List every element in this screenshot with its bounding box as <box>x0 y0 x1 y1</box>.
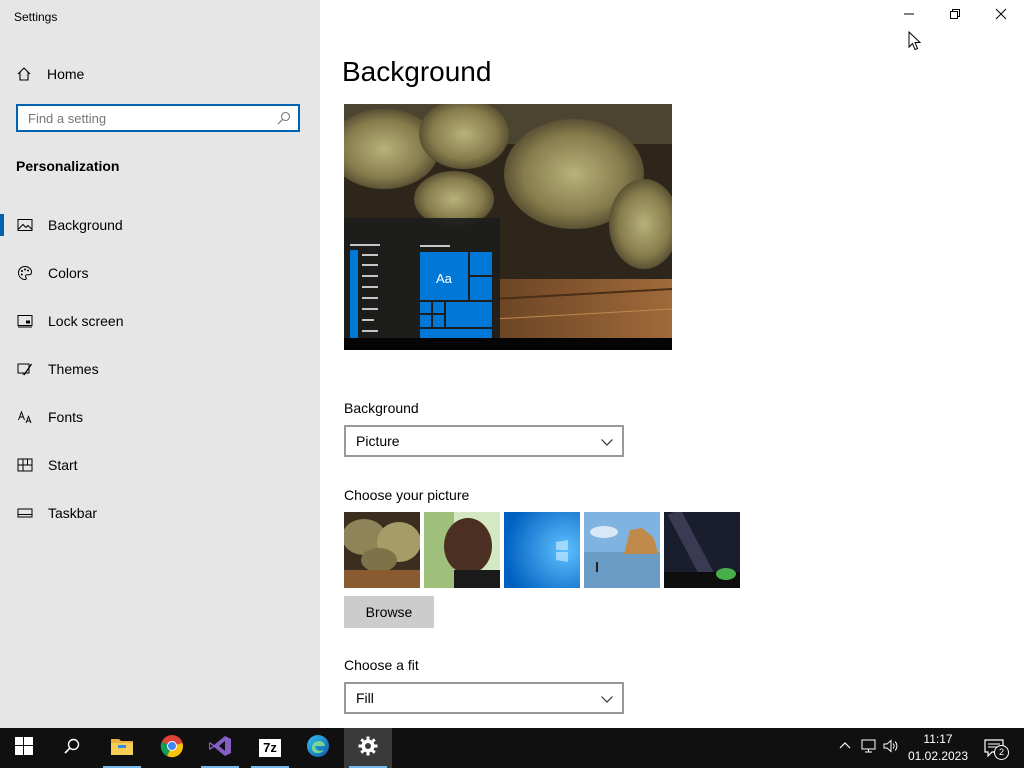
volume-button[interactable] <box>880 728 902 768</box>
taskbar: 7z 11:17 01.02.2023 2 <box>0 728 1024 768</box>
file-explorer-icon <box>110 736 134 761</box>
minimize-icon <box>903 7 915 25</box>
palette-icon <box>17 265 33 281</box>
nav-item-label: Colors <box>48 265 89 281</box>
nav-list: Background Colors Lock screen Themes Fon… <box>0 201 320 537</box>
background-dropdown-value: Picture <box>356 433 400 449</box>
nav-home-label: Home <box>47 66 85 82</box>
choose-picture-label: Choose your picture <box>344 487 470 503</box>
network-button[interactable] <box>858 728 880 768</box>
edge-icon <box>306 734 330 763</box>
page-title: Background <box>342 56 492 87</box>
close-icon <box>995 7 1007 25</box>
settings-icon <box>358 736 378 761</box>
font-icon <box>17 409 33 425</box>
clock-date: 01.02.2023 <box>907 749 969 763</box>
nav-item-background[interactable]: Background <box>0 201 320 249</box>
chevron-up-icon <box>839 739 851 757</box>
fit-dropdown-value: Fill <box>356 690 374 706</box>
start-tiles-icon <box>17 457 33 473</box>
nav-item-lock-screen[interactable]: Lock screen <box>0 297 320 345</box>
taskbar-icon <box>17 505 33 521</box>
nav-item-label: Taskbar <box>48 505 98 521</box>
taskbar-visual-studio[interactable] <box>196 728 244 768</box>
window-controls <box>886 0 1024 32</box>
home-icon <box>16 66 32 82</box>
brush-icon <box>17 361 33 377</box>
chevron-down-icon <box>600 692 614 709</box>
search-box <box>16 104 300 132</box>
sidebar: Settings Home Personalization Background… <box>0 0 320 728</box>
chrome-icon <box>160 734 184 763</box>
taskbar-file-explorer[interactable] <box>98 728 146 768</box>
fit-dropdown[interactable]: Fill <box>344 682 624 714</box>
desktop-preview: Aa <box>344 104 672 350</box>
nav-item-taskbar[interactable]: Taskbar <box>0 489 320 537</box>
notification-icon: 2 <box>984 739 1009 760</box>
nav-item-colors[interactable]: Colors <box>0 249 320 297</box>
start-icon <box>15 736 33 760</box>
volume-icon <box>883 738 899 759</box>
nav-item-start[interactable]: Start <box>0 441 320 489</box>
restore-button[interactable] <box>932 0 978 32</box>
network-icon <box>861 738 877 759</box>
chevron-down-icon <box>600 435 614 452</box>
notification-badge: 2 <box>994 745 1009 760</box>
preview-wallpaper <box>344 104 672 350</box>
nav-item-label: Themes <box>48 361 99 377</box>
section-title: Personalization <box>16 158 120 174</box>
restore-icon <box>949 7 961 25</box>
start-button[interactable] <box>0 728 48 768</box>
choose-fit-label: Choose a fit <box>344 657 419 673</box>
clock-time: 11:17 <box>923 732 953 746</box>
picture-thumbnail[interactable] <box>504 512 580 588</box>
background-label: Background <box>344 400 419 416</box>
nav-home[interactable]: Home <box>16 62 306 86</box>
browse-button[interactable]: Browse <box>344 596 434 628</box>
taskbar-edge[interactable] <box>294 728 342 768</box>
app-title: Settings <box>14 10 58 24</box>
picture-thumbnail[interactable] <box>344 512 420 588</box>
visual-studio-icon <box>208 734 232 763</box>
close-button[interactable] <box>978 0 1024 32</box>
taskbar-settings[interactable] <box>344 728 392 768</box>
nav-item-fonts[interactable]: Fonts <box>0 393 320 441</box>
picture-thumbnail[interactable] <box>664 512 740 588</box>
show-hidden-icons-button[interactable] <box>834 728 856 768</box>
picture-thumbnail[interactable] <box>424 512 500 588</box>
action-center-button[interactable]: 2 <box>978 728 1010 768</box>
background-dropdown[interactable]: Picture <box>344 425 624 457</box>
nav-item-label: Lock screen <box>48 313 124 329</box>
taskbar-chrome[interactable] <box>148 728 196 768</box>
nav-item-label: Background <box>48 217 123 233</box>
preview-tile-text: Aa <box>436 271 452 286</box>
picture-thumbnail[interactable] <box>584 512 660 588</box>
nav-item-label: Fonts <box>48 409 84 425</box>
picture-icon <box>17 217 33 233</box>
taskbar-7zip[interactable]: 7z <box>246 728 294 768</box>
search-input[interactable] <box>18 106 268 130</box>
minimize-button[interactable] <box>886 0 932 32</box>
mouse-cursor-icon <box>908 30 922 56</box>
7zip-icon: 7z <box>259 739 281 757</box>
taskbar-clock[interactable]: 11:17 01.02.2023 <box>902 728 974 768</box>
picture-thumbnails <box>344 512 744 588</box>
search-icon[interactable] <box>276 110 292 131</box>
search-icon <box>63 737 81 760</box>
nav-item-label: Start <box>48 457 78 473</box>
lock-screen-icon <box>17 313 33 329</box>
taskbar-search-button[interactable] <box>48 728 96 768</box>
nav-item-themes[interactable]: Themes <box>0 345 320 393</box>
